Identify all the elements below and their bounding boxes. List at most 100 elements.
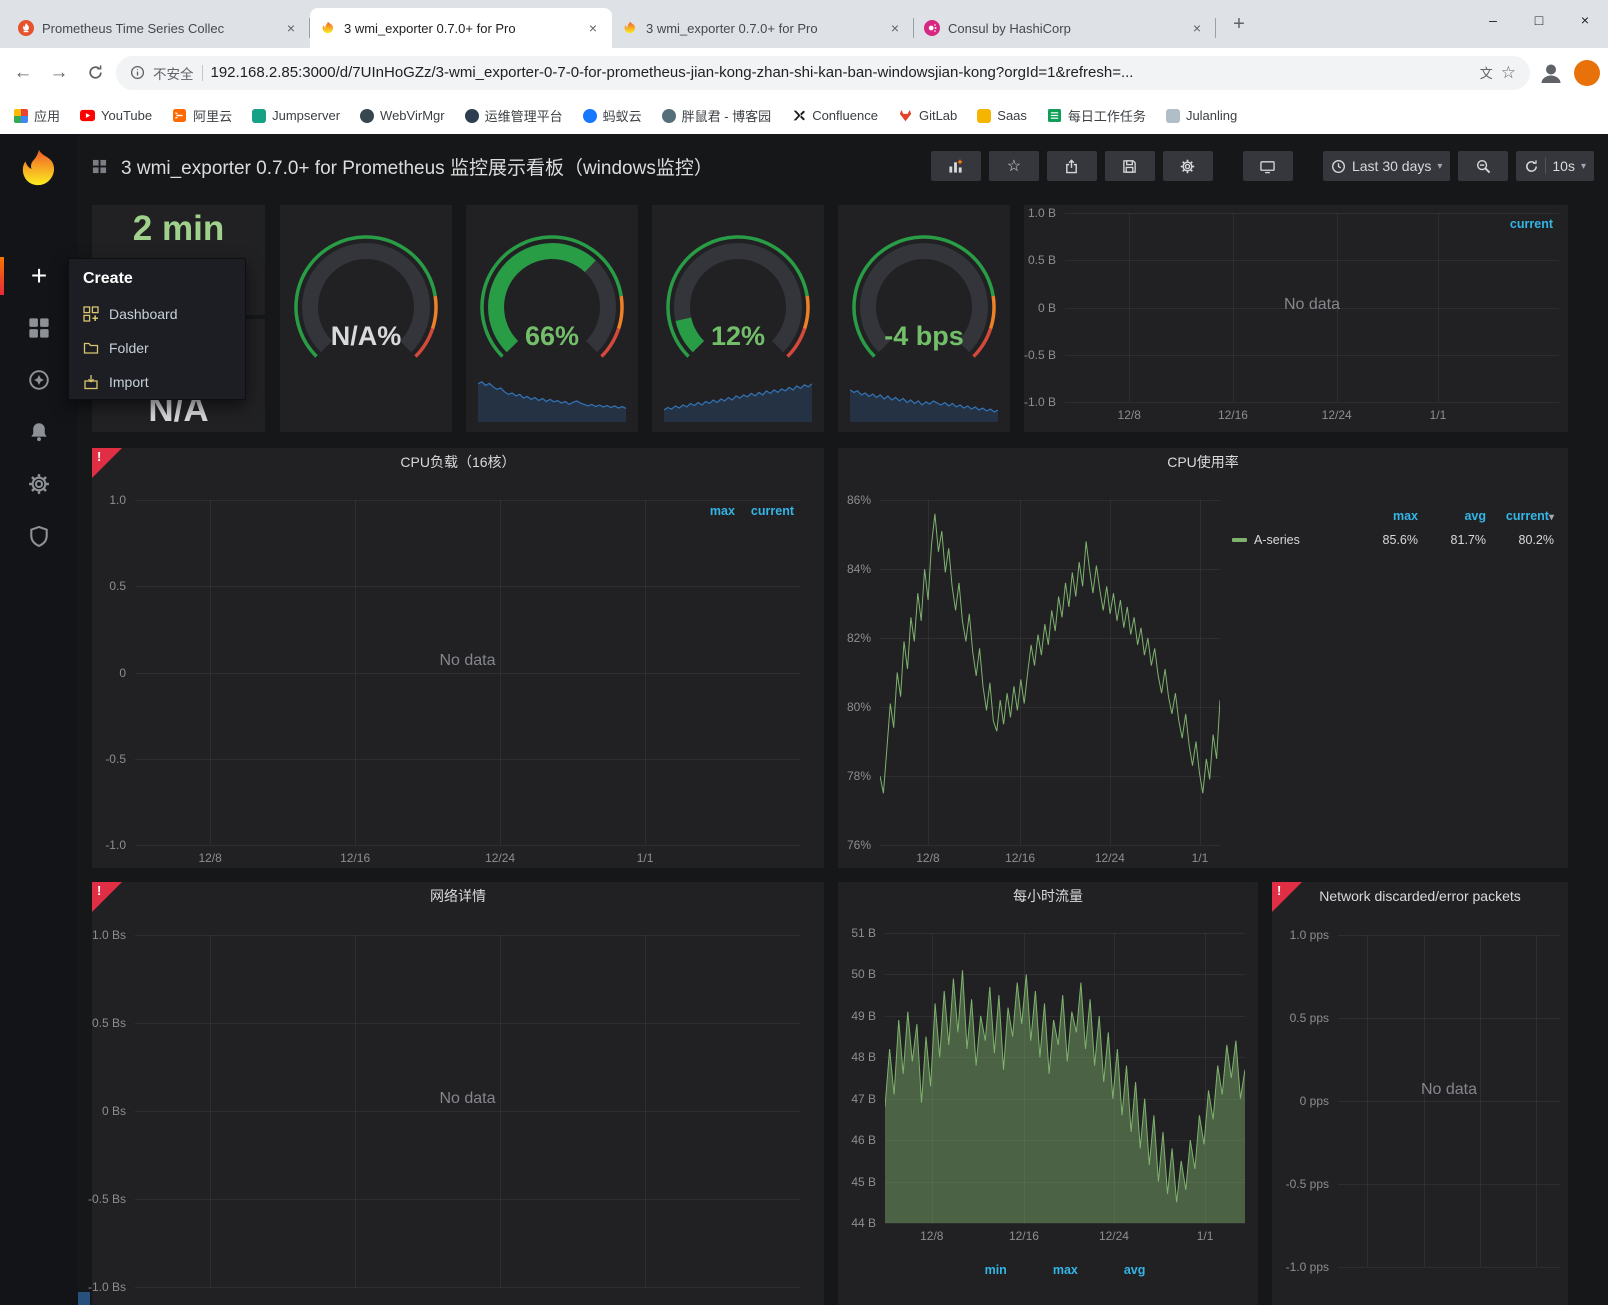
time-range-button[interactable]: Last 30 days ▾: [1322, 151, 1451, 181]
bookmark-antcloud[interactable]: 蚂蚁云: [582, 106, 642, 125]
sidebar-dashboards-button[interactable]: [0, 302, 78, 354]
tab-grafana-2[interactable]: 3 wmi_exporter 0.7.0+ for Pro ×: [612, 8, 914, 48]
panel-gauge-cpu: 66%: [466, 205, 638, 432]
share-button[interactable]: [1046, 151, 1097, 181]
x-axis-label: 12/16: [340, 851, 371, 865]
legend-col-max[interactable]: max: [1350, 509, 1418, 523]
window-minimize-button[interactable]: –: [1470, 0, 1516, 40]
add-panel-button[interactable]: [930, 151, 981, 181]
tab-grafana-active[interactable]: 3 wmi_exporter 0.7.0+ for Pro ×: [310, 8, 612, 48]
panel-title[interactable]: CPU使用率: [838, 448, 1568, 476]
sidebar-configuration-button[interactable]: [0, 458, 78, 510]
bookmark-gitlab[interactable]: GitLab: [898, 108, 957, 123]
bookmark-confluence[interactable]: Confluence: [791, 108, 878, 123]
panel-title[interactable]: CPU负载（16核）: [92, 448, 824, 476]
menu-item-folder[interactable]: Folder: [69, 331, 245, 365]
bookmark-julanling[interactable]: Julanling: [1165, 108, 1237, 123]
cycle-view-button[interactable]: [1242, 151, 1293, 181]
legend-item[interactable]: max: [1053, 1263, 1078, 1277]
window-maximize-button[interactable]: □: [1516, 0, 1562, 40]
bookmark-ops-platform[interactable]: 运维管理平台: [464, 106, 563, 125]
tab-consul[interactable]: Consul by HashiCorp ×: [914, 8, 1216, 48]
tab-close-icon[interactable]: ×: [1188, 19, 1206, 37]
tab-prometheus[interactable]: Prometheus Time Series Collec ×: [8, 8, 310, 48]
sparkline: [478, 364, 626, 422]
tab-title: Prometheus Time Series Collec: [42, 20, 225, 36]
bookmark-jumpserver[interactable]: Jumpserver: [252, 108, 340, 123]
legend-series-row: A-series 85.6% 81.7% 80.2%: [1232, 528, 1554, 552]
panel-hourly-traffic: 每小时流量 51 B 50 B 49 B 48 B 47 B 46 B 45 B 44 B 12…: [838, 882, 1258, 1305]
y-axis-label: 48 B: [851, 1050, 876, 1065]
reload-button[interactable]: [80, 58, 110, 88]
bookmark-daily-tasks[interactable]: 每日工作任务: [1047, 106, 1146, 125]
panel-title[interactable]: 每小时流量: [838, 882, 1258, 910]
y-axis-label: 51 B: [851, 926, 876, 940]
x-axis-label: 12/24: [1094, 851, 1125, 865]
legend-item[interactable]: current: [1510, 217, 1553, 231]
extension-avatar-icon[interactable]: [1574, 59, 1600, 86]
menu-item-dashboard[interactable]: Dashboard: [69, 297, 245, 331]
legend-item[interactable]: min: [985, 1263, 1007, 1277]
legend-item[interactable]: max: [710, 504, 735, 518]
url-text[interactable]: 192.168.2.85:3000/d/7UInHoGZz/3-wmi_expo…: [211, 64, 1472, 81]
legend-item[interactable]: current: [751, 504, 794, 518]
grid-line: [135, 1199, 800, 1200]
bookmark-star-icon[interactable]: ☆: [1501, 63, 1516, 83]
bookmark-apps[interactable]: 应用: [14, 106, 60, 125]
translate-icon[interactable]: 文: [1480, 63, 1493, 82]
star-button[interactable]: ☆: [988, 151, 1039, 181]
grid-line: [135, 1111, 800, 1112]
panel-error-corner[interactable]: !: [92, 448, 122, 478]
refresh-button[interactable]: 10s ▾: [1516, 151, 1594, 181]
grid-line: [1338, 1018, 1560, 1019]
bookmark-youtube[interactable]: YouTube: [80, 108, 152, 123]
import-icon: [83, 374, 99, 390]
bookmark-blog[interactable]: 胖鼠君 - 博客园: [661, 106, 771, 125]
save-button[interactable]: [1104, 151, 1155, 181]
url-omnibox[interactable]: 不安全 192.168.2.85:3000/d/7UInHoGZz/3-wmi_…: [116, 55, 1530, 90]
forward-button[interactable]: →: [44, 58, 74, 88]
profile-avatar-icon[interactable]: [1536, 58, 1566, 88]
gauge: N/A%: [276, 225, 456, 375]
panel-error-corner[interactable]: !: [92, 882, 122, 912]
grid-line: [355, 935, 357, 1287]
new-tab-button[interactable]: +: [1224, 9, 1254, 39]
sidebar-create-button[interactable]: +: [0, 250, 78, 302]
tab-close-icon[interactable]: ×: [282, 19, 300, 37]
zoom-out-button[interactable]: [1458, 151, 1509, 181]
grafana-icon: [622, 20, 638, 36]
back-button[interactable]: ←: [8, 58, 38, 88]
tab-close-icon[interactable]: ×: [584, 19, 602, 37]
panel-title[interactable]: Network discarded/error packets: [1272, 882, 1568, 910]
grid-line: [1338, 1101, 1560, 1102]
panel-error-corner[interactable]: !: [1272, 882, 1302, 912]
security-label[interactable]: 不安全: [153, 63, 194, 83]
sidebar-explore-button[interactable]: [0, 354, 78, 406]
y-axis-label: 0.5 Bs: [91, 1016, 126, 1030]
legend-col-avg[interactable]: avg: [1418, 509, 1486, 523]
window-close-button[interactable]: ×: [1562, 0, 1608, 40]
grid-line: [1480, 935, 1482, 1267]
bookmark-aliyun[interactable]: 阿里云: [172, 106, 232, 125]
menu-item-import[interactable]: Import: [69, 365, 245, 399]
gauge: 66%: [462, 225, 642, 375]
tab-close-icon[interactable]: ×: [886, 19, 904, 37]
info-icon[interactable]: [130, 65, 145, 80]
x-axis-label: 12/24: [1321, 408, 1352, 422]
bookmark-saas[interactable]: Saas: [977, 108, 1027, 123]
no-data-text: No data: [439, 1089, 496, 1107]
series-name[interactable]: A-series: [1254, 533, 1300, 547]
tab-title: Consul by HashiCorp: [948, 20, 1071, 36]
bookmark-webvirmgr[interactable]: WebVirMgr: [360, 108, 445, 123]
legend-item[interactable]: avg: [1124, 1263, 1146, 1277]
panel-title[interactable]: 网络详情: [92, 882, 824, 910]
dashboard-settings-button[interactable]: [1162, 151, 1213, 181]
legend-col-current[interactable]: current▾: [1486, 509, 1554, 523]
sidebar-admin-button[interactable]: [0, 510, 78, 562]
sidebar-alerting-button[interactable]: [0, 406, 78, 458]
grafana-logo[interactable]: [15, 146, 63, 199]
dashboard-title[interactable]: 3 wmi_exporter 0.7.0+ for Prometheus 监控展…: [121, 153, 713, 180]
grid-line: [1338, 935, 1560, 936]
youtube-icon: [80, 109, 96, 122]
clock-icon: [1332, 159, 1345, 173]
